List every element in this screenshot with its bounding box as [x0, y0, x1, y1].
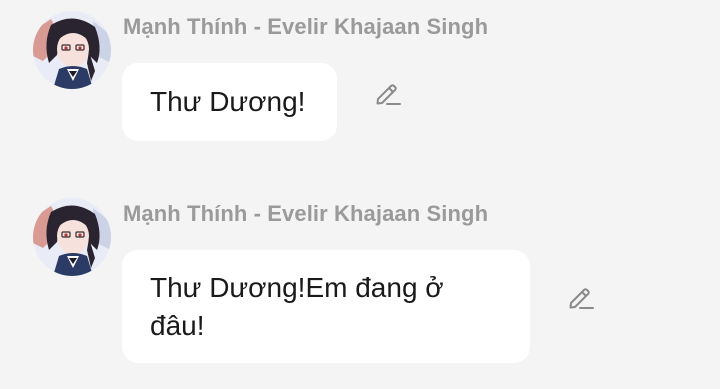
sender-name: Mạnh Thính - Evelir Khajaan Singh [123, 14, 489, 39]
sender-name: Mạnh Thính - Evelir Khajaan Singh [123, 201, 489, 226]
avatar[interactable] [33, 11, 111, 89]
pencil-icon[interactable] [565, 282, 595, 312]
avatar[interactable] [33, 198, 111, 276]
message-text: Thư Dương!Em đang ở đâu! [150, 272, 444, 341]
message-bubble[interactable]: Thư Dương! [122, 63, 337, 141]
message-bubble[interactable]: Thư Dương!Em đang ở đâu! [122, 250, 530, 363]
message-text: Thư Dương! [150, 86, 306, 117]
chat-message: Mạnh Thính - Evelir Khajaan Singh Thư Dư… [0, 187, 720, 387]
pencil-icon[interactable] [372, 78, 402, 108]
avatar-anime-girl-icon [33, 198, 111, 276]
chat-message: Mạnh Thính - Evelir Khajaan Singh Thư Dư… [0, 0, 720, 160]
avatar-anime-girl-icon [33, 11, 111, 89]
